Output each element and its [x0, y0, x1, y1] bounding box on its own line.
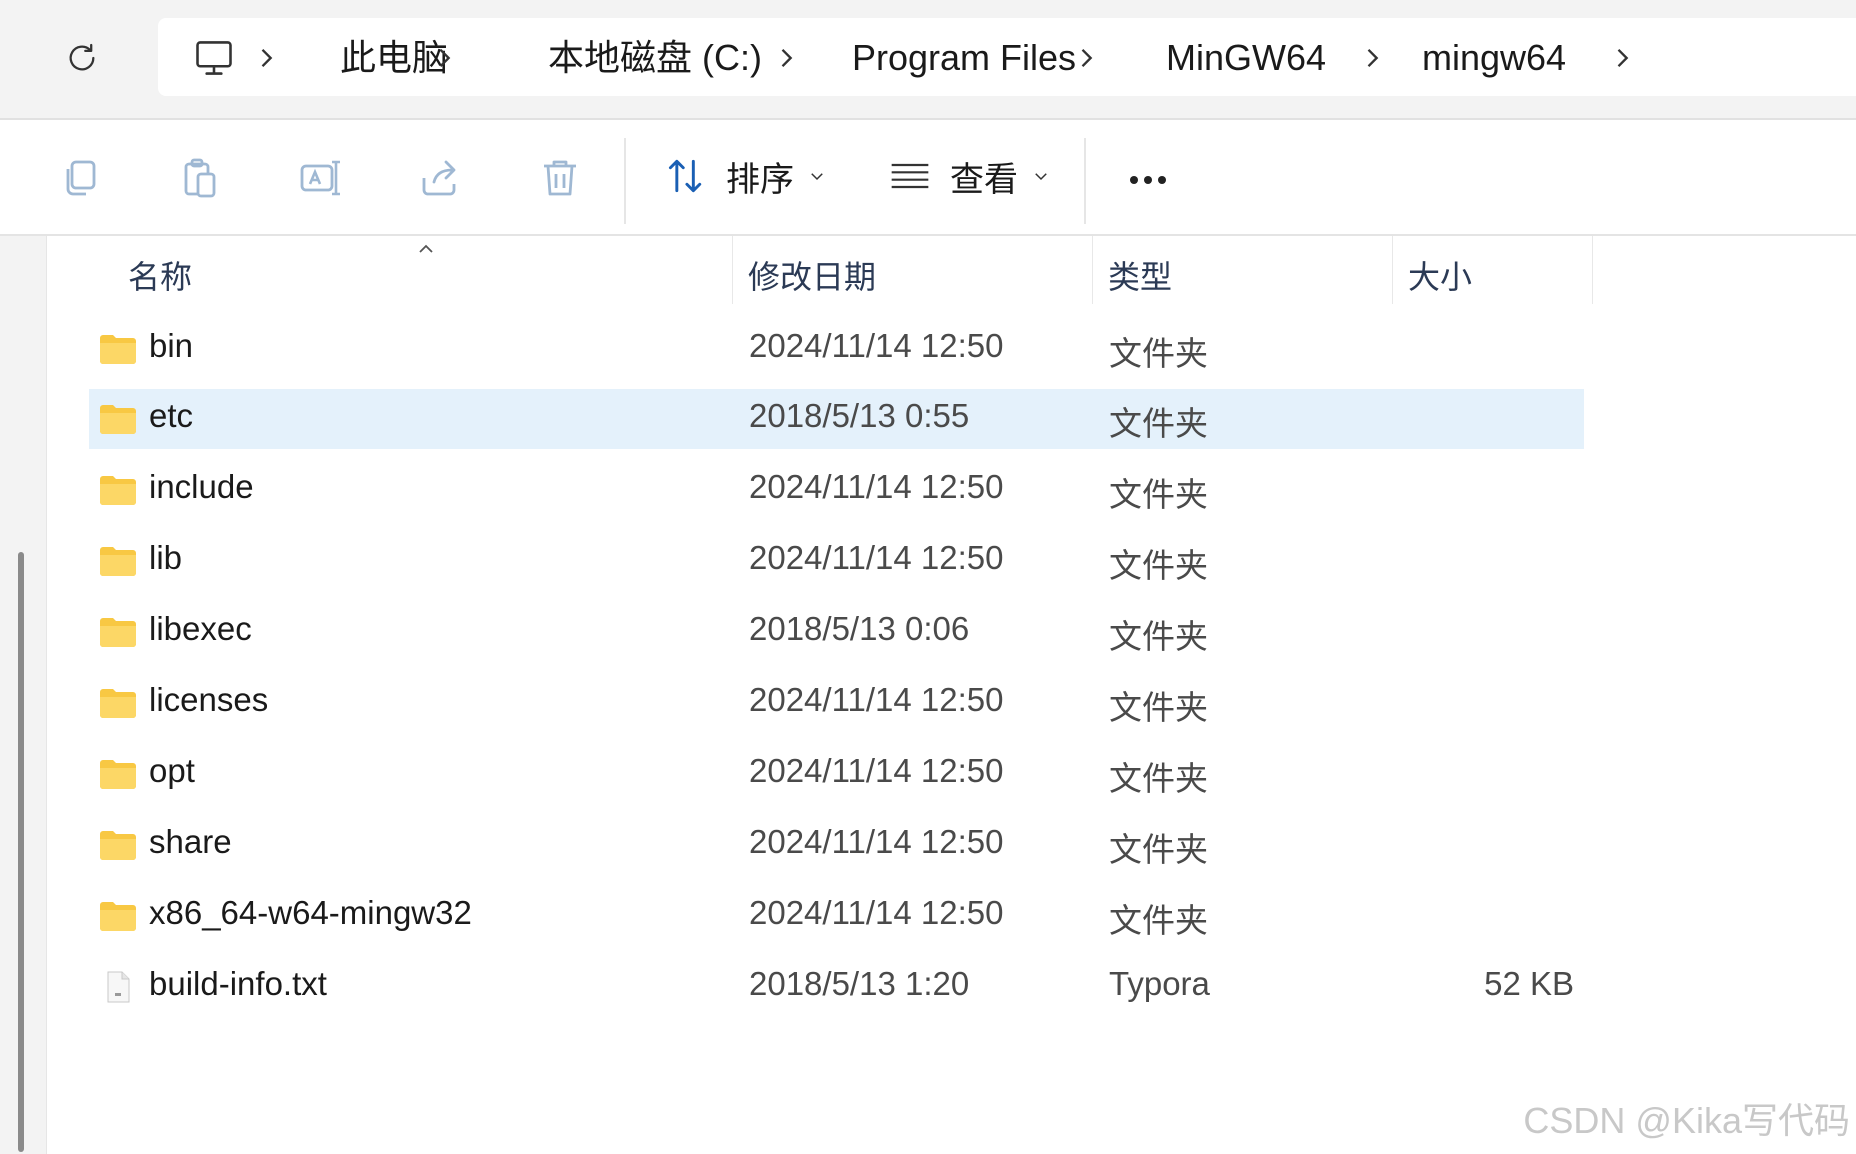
chevron-right-icon[interactable] — [1072, 44, 1100, 72]
file-name: bin — [149, 327, 194, 364]
sort-icon — [668, 159, 702, 193]
column-modified-header[interactable]: 修改日期 — [748, 252, 876, 298]
file-row[interactable]: libexec 2018/5/13 0:06 文件夹 — [89, 602, 1584, 662]
file-row[interactable]: lib 2024/11/14 12:50 文件夹 — [89, 531, 1584, 591]
column-divider[interactable] — [1592, 236, 1593, 304]
sort-button[interactable]: 排序 — [664, 150, 826, 202]
toolbar-divider — [624, 138, 626, 224]
column-divider[interactable] — [1392, 236, 1393, 304]
file-modified: 2024/11/14 12:50 — [749, 894, 1004, 931]
file-modified: 2018/5/13 0:06 — [749, 610, 970, 647]
sort-label: 排序 — [726, 160, 794, 199]
file-type: 文件夹 — [1109, 831, 1208, 868]
chevron-right-icon[interactable] — [252, 44, 280, 72]
folder-icon — [100, 760, 136, 789]
file-modified: 2024/11/14 12:50 — [749, 468, 1004, 505]
text-file-icon — [107, 971, 130, 1003]
refresh-button[interactable] — [58, 34, 106, 82]
computer-icon[interactable] — [192, 36, 236, 80]
refresh-icon — [69, 43, 95, 71]
folder-icon — [100, 831, 136, 860]
file-modified: 2018/5/13 1:20 — [749, 965, 970, 1002]
file-modified: 2024/11/14 12:50 — [749, 823, 1004, 860]
column-header: 名称 修改日期 类型 大小 — [46, 236, 1856, 306]
file-type: 文件夹 — [1109, 618, 1208, 655]
file-size: 52 KB — [1484, 965, 1574, 1002]
file-modified: 2024/11/14 12:50 — [749, 752, 1004, 789]
breadcrumb-item-program-files[interactable]: Program Files — [852, 36, 1076, 80]
chevron-right-icon[interactable] — [430, 44, 458, 72]
share-icon[interactable] — [416, 154, 464, 202]
view-button[interactable]: 查看 — [888, 150, 1050, 202]
file-name: opt — [149, 752, 195, 789]
file-type: 文件夹 — [1109, 476, 1208, 513]
folder-icon — [100, 476, 136, 505]
folder-icon — [100, 689, 136, 718]
file-name: x86_64-w64-mingw32 — [149, 894, 472, 931]
address-bar: 此电脑 本地磁盘 (C:) Program Files MinGW64 ming… — [0, 0, 1856, 120]
file-name: build-info.txt — [149, 965, 327, 1002]
file-row[interactable]: opt 2024/11/14 12:50 文件夹 — [89, 744, 1584, 804]
chevron-right-icon[interactable] — [1608, 44, 1636, 72]
breadcrumb-item-local-disk[interactable]: 本地磁盘 (C:) — [548, 36, 762, 80]
copy-icon[interactable] — [56, 154, 104, 202]
folder-icon — [100, 547, 136, 576]
chevron-right-icon[interactable] — [1358, 44, 1386, 72]
file-type: 文件夹 — [1109, 405, 1208, 442]
sort-ascending-icon — [419, 244, 433, 253]
file-modified: 2024/11/14 12:50 — [749, 539, 1004, 576]
file-modified: 2024/11/14 12:50 — [749, 681, 1004, 718]
command-bar: 排序 查看 — [0, 120, 1856, 236]
breadcrumb-item-mingw64-parent[interactable]: MinGW64 — [1166, 36, 1326, 80]
column-divider[interactable] — [1092, 236, 1093, 304]
folder-icon — [100, 902, 136, 931]
file-row[interactable]: share 2024/11/14 12:50 文件夹 — [89, 815, 1584, 875]
column-divider[interactable] — [732, 236, 733, 304]
breadcrumb[interactable]: 此电脑 本地磁盘 (C:) Program Files MinGW64 ming… — [158, 18, 1856, 96]
watermark: CSDN @Kika写代码 — [1523, 1100, 1850, 1141]
chevron-down-icon — [1035, 173, 1047, 181]
file-modified: 2024/11/14 12:50 — [749, 327, 1004, 364]
paste-icon[interactable] — [176, 154, 224, 202]
column-size-header[interactable]: 大小 — [1408, 252, 1472, 298]
file-row[interactable]: bin 2024/11/14 12:50 文件夹 — [89, 319, 1584, 379]
more-options-icon[interactable] — [1124, 156, 1172, 204]
file-name: share — [149, 823, 232, 860]
delete-icon[interactable] — [536, 154, 584, 202]
file-name: licenses — [149, 681, 269, 718]
view-label: 查看 — [950, 160, 1018, 199]
file-row[interactable]: include 2024/11/14 12:50 文件夹 — [89, 460, 1584, 520]
column-name-header[interactable]: 名称 — [128, 252, 192, 298]
file-type: Typora — [1109, 965, 1210, 1002]
toolbar-divider — [1084, 138, 1086, 224]
file-type: 文件夹 — [1109, 760, 1208, 797]
chevron-down-icon — [811, 173, 823, 181]
file-row[interactable]: etc 2018/5/13 0:55 文件夹 — [89, 389, 1584, 449]
file-type: 文件夹 — [1109, 689, 1208, 726]
file-name: etc — [149, 397, 194, 434]
breadcrumb-item-mingw64[interactable]: mingw64 — [1422, 36, 1566, 80]
file-type: 文件夹 — [1109, 547, 1208, 584]
file-type: 文件夹 — [1109, 902, 1208, 939]
chevron-right-icon[interactable] — [772, 44, 800, 72]
folder-icon — [100, 405, 136, 434]
folder-icon — [100, 618, 136, 647]
list-view-icon — [891, 163, 929, 189]
rename-icon[interactable] — [296, 154, 344, 202]
folder-icon — [100, 335, 136, 364]
file-row[interactable]: licenses 2024/11/14 12:50 文件夹 — [89, 673, 1584, 733]
file-row[interactable]: x86_64-w64-mingw32 2024/11/14 12:50 文件夹 — [89, 886, 1584, 946]
file-name: libexec — [149, 610, 252, 647]
file-modified: 2018/5/13 0:55 — [749, 397, 970, 434]
column-type-header[interactable]: 类型 — [1108, 252, 1172, 298]
scrollbar-thumb[interactable] — [18, 552, 24, 1152]
file-type: 文件夹 — [1109, 335, 1208, 372]
file-name: lib — [149, 539, 183, 576]
file-row[interactable]: build-info.txt 2018/5/13 1:20 Typora 52 … — [89, 957, 1584, 1017]
file-name: include — [149, 468, 254, 505]
